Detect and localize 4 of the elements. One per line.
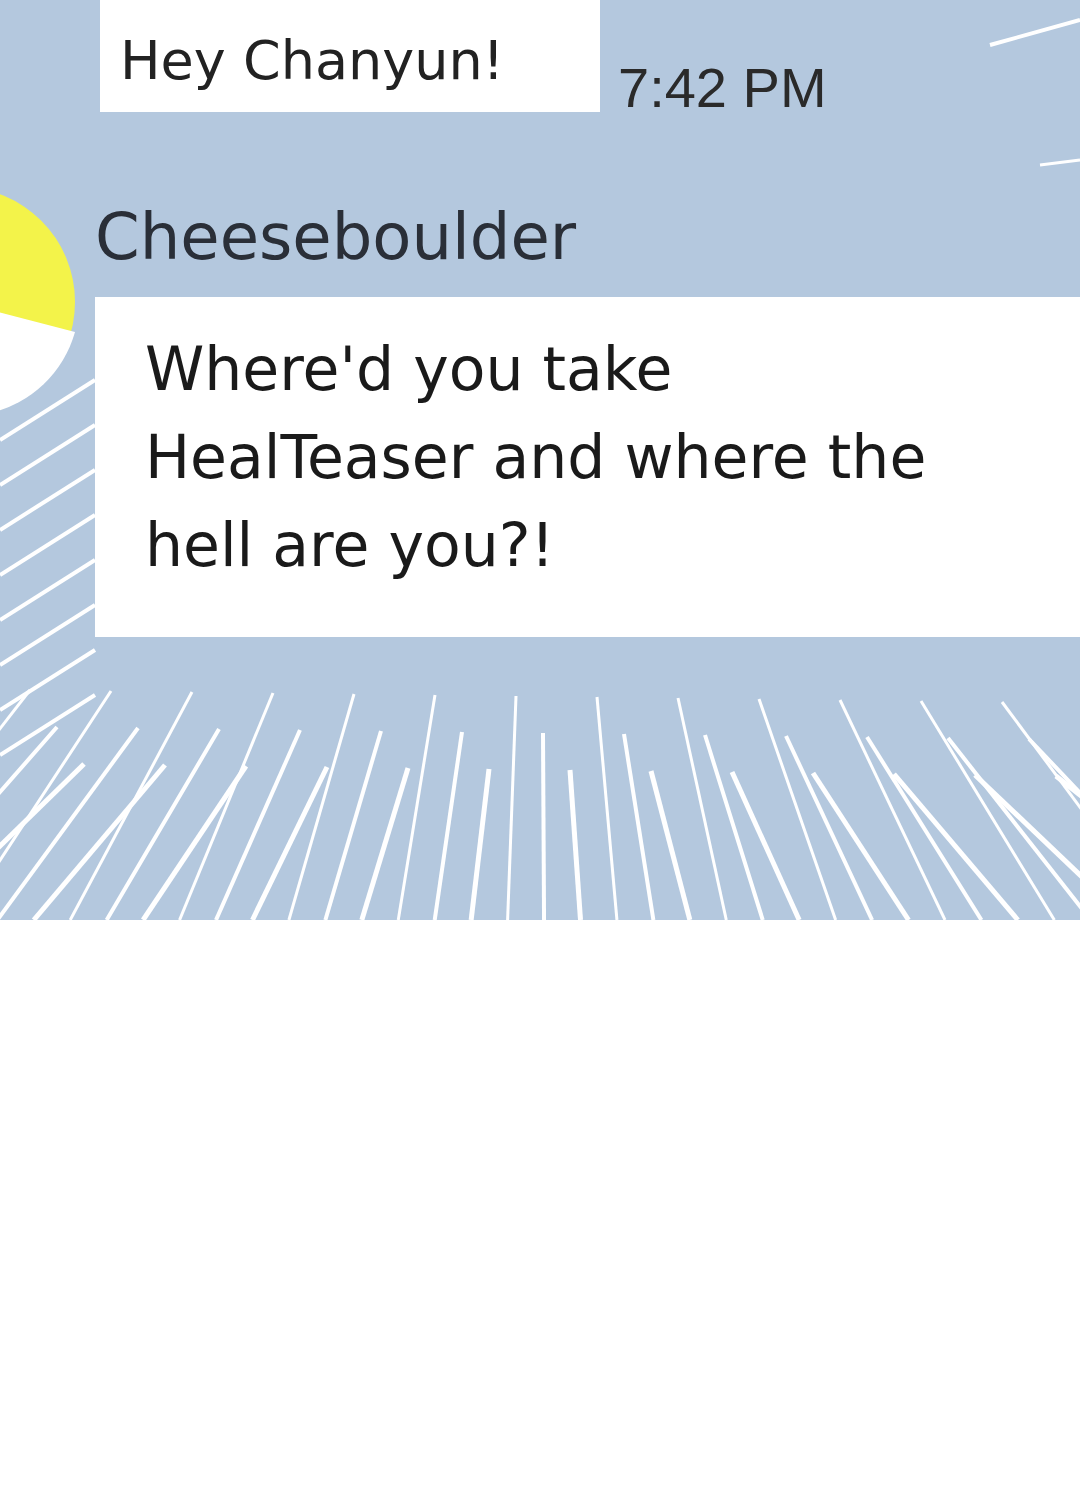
sender-name: Cheeseboulder <box>95 199 578 276</box>
message-bubble: Hey Chanyun! <box>100 0 600 112</box>
message-time: 7:42 PM <box>618 55 827 120</box>
message-bubble: Where'd you take HealTeaser and where the hell are you?! <box>95 297 1080 637</box>
